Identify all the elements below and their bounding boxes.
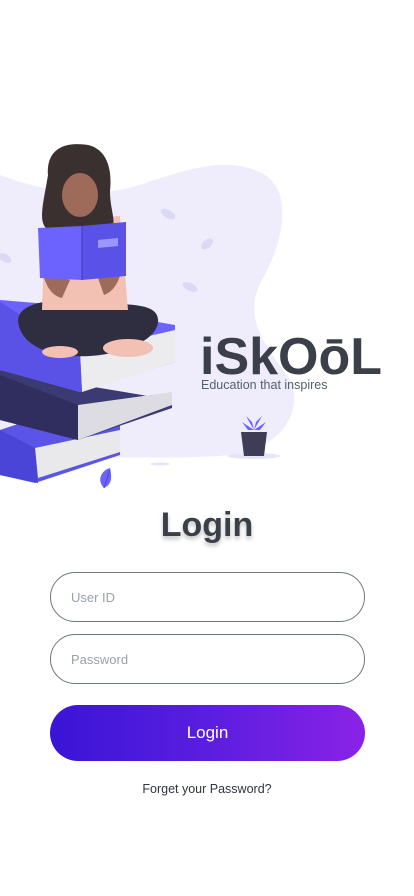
brand-logo: iSkOōL xyxy=(200,328,382,378)
brand-name: iSkOōL xyxy=(200,328,382,378)
hero-illustration xyxy=(0,130,414,500)
brand-tagline: Education that inspires xyxy=(201,378,328,392)
forgot-password-link[interactable]: Forget your Password? xyxy=(0,782,414,796)
user-id-input[interactable] xyxy=(50,572,365,622)
reading-illustration xyxy=(0,144,295,489)
password-input[interactable] xyxy=(50,634,365,684)
page-title: Login xyxy=(160,506,254,544)
leaf-icon xyxy=(100,468,112,489)
login-button[interactable]: Login xyxy=(50,705,365,761)
